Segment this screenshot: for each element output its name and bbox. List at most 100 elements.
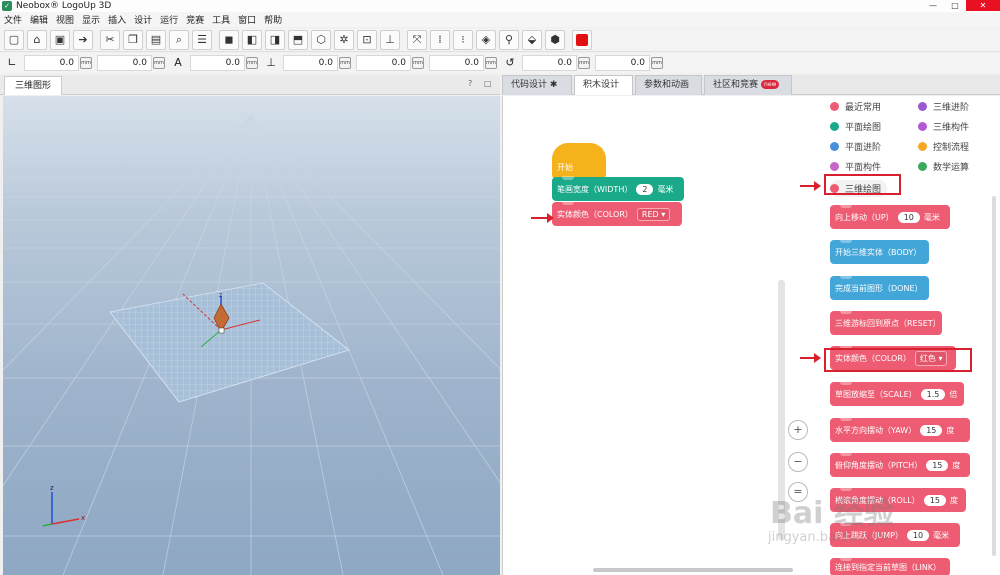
color-block[interactable]: 实体颜色（COLOR） RED ▾ bbox=[552, 201, 682, 226]
category-2d-advanced[interactable]: 平面进阶 bbox=[830, 140, 881, 153]
z-axis-label: z bbox=[219, 292, 222, 299]
zoom-in-icon[interactable]: + bbox=[788, 420, 808, 440]
category-2d-components[interactable]: 平面构件 bbox=[830, 160, 881, 173]
tab-community-contest[interactable]: 社区和竞赛 new bbox=[704, 75, 792, 95]
category-math[interactable]: 数学运算 bbox=[918, 160, 969, 173]
unit-icon: mm bbox=[246, 57, 258, 69]
fill-icon[interactable]: ◈ bbox=[476, 29, 496, 50]
pen-down-icon[interactable]: ⁝ bbox=[453, 29, 473, 50]
frame-icon[interactable]: ⊡ bbox=[357, 29, 377, 50]
menu-help[interactable]: 帮助 bbox=[264, 13, 282, 26]
cube-wire-icon[interactable]: ✲ bbox=[334, 29, 354, 50]
coord-field[interactable]: 0.0 bbox=[429, 55, 484, 71]
category-3d-advanced[interactable]: 三维进阶 bbox=[918, 100, 969, 113]
tab-3d-graphics[interactable]: 三维图形 bbox=[4, 76, 62, 95]
menu-insert[interactable]: 插入 bbox=[108, 13, 126, 26]
menu-edit[interactable]: 编辑 bbox=[30, 13, 48, 26]
cube-right-icon[interactable]: ◨ bbox=[265, 29, 285, 50]
list-icon[interactable]: ☰ bbox=[192, 29, 212, 50]
stop-icon[interactable] bbox=[572, 29, 592, 50]
coord-field[interactable]: 0.0 bbox=[97, 55, 152, 71]
menu-design[interactable]: 设计 bbox=[134, 13, 152, 26]
start-block[interactable]: 开始 bbox=[552, 143, 606, 179]
coord-field[interactable]: 0.0 bbox=[190, 55, 245, 71]
workspace-scrollbar[interactable] bbox=[593, 568, 793, 572]
menu-tools[interactable]: 工具 bbox=[212, 13, 230, 26]
red-arrow-annotation bbox=[531, 213, 554, 223]
fit-view-icon[interactable]: ⤧ bbox=[407, 29, 427, 50]
save-icon[interactable]: ▣ bbox=[50, 29, 70, 50]
palette-block-yaw[interactable]: 水平方向摆动（YAW） 15 度 bbox=[830, 417, 970, 442]
unit-icon: mm bbox=[578, 57, 590, 69]
restore-icon[interactable]: □ bbox=[484, 79, 492, 88]
new-file-icon[interactable]: ▢ bbox=[4, 29, 24, 50]
open-folder-icon[interactable]: ⌂ bbox=[27, 29, 47, 50]
solid-icon[interactable]: ⬢ bbox=[545, 29, 565, 50]
search-icon[interactable]: ⌕ bbox=[169, 29, 189, 50]
zoom-out-icon[interactable]: − bbox=[788, 452, 808, 472]
tab-block-design[interactable]: 积木设计 bbox=[574, 75, 633, 95]
category-control-flow[interactable]: 控制流程 bbox=[918, 140, 969, 153]
cube-iso-icon[interactable]: ⬡ bbox=[311, 29, 331, 50]
pen-width-input[interactable]: 2 bbox=[636, 183, 654, 195]
corner-axis-icon: ∟ bbox=[7, 56, 17, 69]
menu-run[interactable]: 运行 bbox=[160, 13, 178, 26]
palette-block-link[interactable]: 连接到指定当前草图（LINK） bbox=[830, 557, 950, 575]
3d-viewport[interactable]: z z x bbox=[3, 96, 500, 575]
help-icon[interactable]: ? bbox=[468, 79, 472, 88]
close-button[interactable]: ✕ bbox=[966, 0, 1000, 11]
palette-right-scrollbar[interactable] bbox=[992, 196, 996, 556]
pen-width-block[interactable]: 笔画宽度（WIDTH） 2 毫米 bbox=[552, 176, 684, 201]
maximize-button[interactable]: □ bbox=[944, 0, 966, 11]
menu-contest[interactable]: 竞赛 bbox=[186, 13, 204, 26]
palette-block-scale[interactable]: 草图放缩至（SCALE） 1.5 倍 bbox=[830, 381, 964, 406]
menu-view[interactable]: 视图 bbox=[56, 13, 74, 26]
coord-field[interactable]: 0.0 bbox=[24, 55, 79, 71]
coord-field[interactable]: 0.0 bbox=[283, 55, 338, 71]
cube-top-icon[interactable]: ⬒ bbox=[288, 29, 308, 50]
menu-file[interactable]: 文件 bbox=[4, 13, 22, 26]
axis-gizmo-icon: z x bbox=[42, 484, 85, 527]
svg-text:x: x bbox=[81, 514, 85, 522]
color-dropdown[interactable]: RED ▾ bbox=[636, 207, 671, 221]
baidu-watermark-logo: Bai 经验 bbox=[770, 496, 894, 531]
unit-icon: mm bbox=[153, 57, 165, 69]
left-panel-tabbar: 三维图形 ? □ bbox=[0, 75, 500, 95]
axis-icon[interactable]: ⊥ bbox=[380, 29, 400, 50]
palette-block-body[interactable]: 开始三维实体（BODY） bbox=[830, 239, 929, 264]
origin-axis-icon: ⊥ bbox=[266, 56, 276, 69]
red-highlight-box bbox=[824, 348, 972, 372]
rotate-icon: ↺ bbox=[505, 56, 515, 69]
cut-icon[interactable]: ✂ bbox=[100, 29, 120, 50]
menu-display[interactable]: 显示 bbox=[82, 13, 100, 26]
palette-block-pitch[interactable]: 俯仰角度摆动（PITCH） 15 度 bbox=[830, 452, 970, 477]
right-panel-tabbar: 代码设计 ✱ 积木设计 参数和动画 社区和竞赛 new bbox=[502, 75, 1000, 95]
category-2d-drawing[interactable]: 平面绘图 bbox=[830, 120, 881, 133]
category-3d-components[interactable]: 三维构件 bbox=[918, 120, 969, 133]
pen-up-icon[interactable]: ⁞ bbox=[430, 29, 450, 50]
body-icon[interactable]: ⬙ bbox=[522, 29, 542, 50]
minimize-button[interactable]: — bbox=[922, 0, 944, 11]
palette-block-reset[interactable]: 三维游标回到原点（RESET） bbox=[830, 310, 942, 335]
category-recent[interactable]: 最近常用 bbox=[830, 100, 881, 113]
palette-block-done[interactable]: 完成当前图形（DONE） bbox=[830, 275, 929, 300]
red-highlight-box bbox=[824, 174, 901, 195]
copy-icon[interactable]: ❐ bbox=[123, 29, 143, 50]
app-logo-icon: ✓ bbox=[2, 1, 12, 11]
coord-field[interactable]: 0.0 bbox=[595, 55, 650, 71]
cube-front-icon[interactable]: ◼ bbox=[219, 29, 239, 50]
export-icon[interactable]: ➔ bbox=[73, 29, 93, 50]
unit-icon: mm bbox=[651, 57, 663, 69]
tab-params-animation[interactable]: 参数和动画 bbox=[635, 75, 702, 95]
cube-left-icon[interactable]: ◧ bbox=[242, 29, 262, 50]
menu-window[interactable]: 窗口 bbox=[238, 13, 256, 26]
window-title: Neobox® LogoUp 3D bbox=[16, 1, 112, 11]
tab-code-design[interactable]: 代码设计 ✱ bbox=[502, 75, 572, 95]
paste-icon[interactable]: ▤ bbox=[146, 29, 166, 50]
coord-field[interactable]: 0.0 bbox=[356, 55, 411, 71]
coordinate-toolbar: ∟ 0.0 mm 0.0 mm A 0.0 mm ⊥ 0.0 mm 0.0 mm… bbox=[0, 53, 1000, 73]
pin-icon[interactable]: ⚲ bbox=[499, 29, 519, 50]
coord-field[interactable]: 0.0 bbox=[522, 55, 577, 71]
palette-block-up[interactable]: 向上移动（UP） 10 毫米 bbox=[830, 204, 950, 229]
main-toolbar: ▢ ⌂ ▣ ➔ ✂ ❐ ▤ ⌕ ☰ ◼ ◧ ◨ ⬒ ⬡ ✲ ⊡ ⊥ ⤧ ⁞ ⁝ … bbox=[0, 28, 1000, 52]
